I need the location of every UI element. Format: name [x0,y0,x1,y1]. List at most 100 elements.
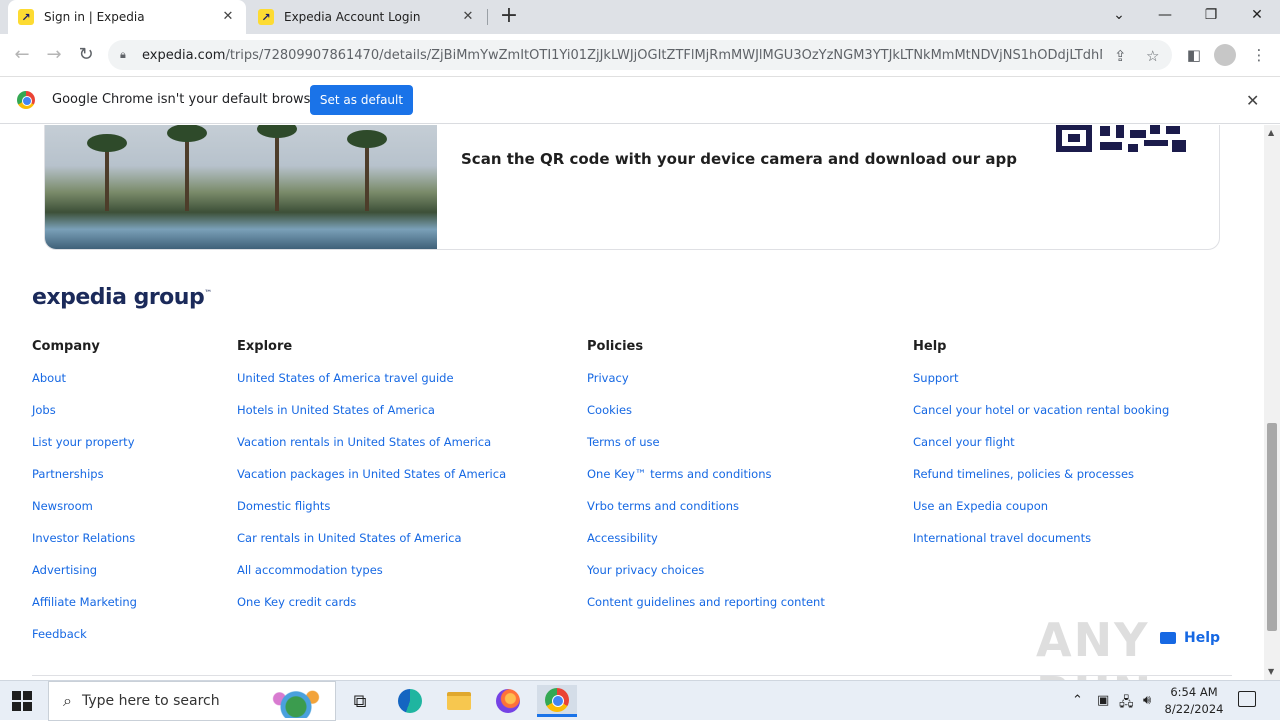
tab-account-login[interactable]: ↗ Expedia Account Login ✕ [248,0,486,34]
close-window-icon[interactable]: ✕ [1234,0,1280,30]
footer-link-investor-relations[interactable]: Investor Relations [32,531,137,563]
footer-link-partnerships[interactable]: Partnerships [32,467,137,499]
infobar-message: Google Chrome isn't your default browser [52,92,324,107]
search-highlight-art [263,686,329,718]
notification-icon[interactable] [1238,691,1256,707]
tab-separator [487,9,488,25]
close-tab-icon[interactable]: ✕ [220,9,236,25]
footer-link[interactable]: Cookies [587,403,825,435]
forward-arrow-icon[interactable]: → [41,42,67,68]
expedia-group-logo[interactable]: expedia group™ [32,285,212,310]
footer-link-about[interactable]: About [32,371,137,403]
footer-link[interactable]: Your privacy choices [587,563,825,595]
app-download-card: Scan the QR code with your device camera… [44,125,1220,250]
footer-link[interactable]: Support [913,371,1169,403]
meet-now-icon[interactable]: ▣ [1097,693,1109,708]
windows-taskbar: ⌕ Type here to search ⧉ ⌃ ▣ 🖧︎ 🔊︎ 6:54 A… [0,680,1280,721]
firefox-app-icon[interactable] [488,685,528,717]
palm-leaves [347,130,387,148]
tray-chevron-icon[interactable]: ⌃ [1072,693,1083,708]
footer-link[interactable]: Vacation rentals in United States of Ame… [237,435,506,467]
footer-link[interactable]: Hotels in United States of America [237,403,506,435]
url-text[interactable]: expedia.com/trips/72809907861470/details… [142,48,1102,63]
footer-link[interactable]: All accommodation types [237,563,506,595]
footer-link[interactable]: Cancel your flight [913,435,1169,467]
footer-link[interactable]: One Key credit cards [237,595,506,627]
tab-search-icon[interactable]: ⌄ [1096,0,1142,30]
profile-avatar-icon[interactable] [1214,44,1236,66]
scroll-down-icon[interactable]: ▼ [1268,667,1274,676]
back-arrow-icon[interactable]: ← [9,42,35,68]
footer-link[interactable]: International travel documents [913,531,1169,563]
clock-date: 8/22/2024 [1164,702,1224,716]
help-label: Help [1184,630,1221,646]
address-bar[interactable]: 🔒︎ expedia.com/trips/72809907861470/deta… [108,40,1172,70]
qr-instruction: Scan the QR code with your device camera… [461,150,1018,168]
chrome-app-icon[interactable] [537,685,577,717]
footer-divider [32,675,1232,676]
footer-link[interactable]: Domestic flights [237,499,506,531]
palm-trunk [185,131,189,211]
page-scrollbar[interactable]: ▲ ▼ [1264,125,1280,680]
palm-leaves [167,125,207,142]
footer-link[interactable]: Privacy [587,371,825,403]
footer-column-company: Company About Jobs List your property Pa… [32,339,137,659]
footer-link[interactable]: Vacation packages in United States of Am… [237,467,506,499]
palm-leaves [257,125,297,138]
help-button[interactable]: Help [1160,630,1220,646]
footer-link[interactable]: Car rentals in United States of America [237,531,506,563]
taskbar-search-box[interactable]: ⌕ Type here to search [48,681,336,721]
reload-icon[interactable]: ↻ [73,42,99,68]
resort-palm-photo [45,125,437,249]
scroll-up-icon[interactable]: ▲ [1268,128,1274,137]
tab-sign-in[interactable]: ↗ Sign in | Expedia ✕ [8,0,246,34]
footer-link[interactable]: Vrbo terms and conditions [587,499,825,531]
footer-link[interactable]: Use an Expedia coupon [913,499,1169,531]
footer-link[interactable]: Cancel your hotel or vacation rental boo… [913,403,1169,435]
footer-link[interactable]: Refund timelines, policies & processes [913,467,1169,499]
search-placeholder: Type here to search [81,693,220,709]
footer-link-newsroom[interactable]: Newsroom [32,499,137,531]
footer-link-affiliate-marketing[interactable]: Affiliate Marketing [32,595,137,627]
system-clock[interactable]: 6:54 AM 8/22/2024 [1160,684,1228,718]
footer-link-advertising[interactable]: Advertising [32,563,137,595]
footer-link-list-property[interactable]: List your property [32,435,137,467]
close-tab-icon[interactable]: ✕ [460,9,476,25]
footer-column-explore: Explore United States of America travel … [237,339,506,627]
footer-link-jobs[interactable]: Jobs [32,403,137,435]
file-explorer-icon[interactable] [439,685,479,717]
column-heading: Explore [237,339,293,354]
footer-link[interactable]: Terms of use [587,435,825,467]
close-infobar-icon[interactable]: ✕ [1246,91,1259,110]
bookmark-star-icon[interactable]: ☆ [1146,47,1159,65]
network-icon[interactable]: 🖧︎ [1119,693,1134,715]
scroll-thumb[interactable] [1267,423,1277,631]
expedia-favicon-icon: ↗ [258,9,274,25]
volume-icon[interactable]: 🔊︎ [1143,693,1151,708]
kebab-menu-icon[interactable]: ⋮ [1246,42,1272,68]
set-as-default-button[interactable]: Set as default [310,85,413,115]
column-heading: Help [913,339,947,354]
chrome-logo-icon [17,91,35,109]
new-tab-icon[interactable]: + [498,5,520,28]
expedia-favicon-icon: ↗ [18,9,34,25]
task-view-icon[interactable]: ⧉ [340,685,380,717]
chat-icon [1160,632,1176,644]
page-content: Scan the QR code with your device camera… [0,125,1264,680]
footer-link[interactable]: United States of America travel guide [237,371,506,403]
minimize-icon[interactable]: — [1142,0,1188,30]
footer-link[interactable]: One Key™ terms and conditions [587,467,825,499]
tab-strip: ↗ Sign in | Expedia ✕ ↗ Expedia Account … [0,0,1280,34]
palm-trunk [275,126,279,211]
side-panel-icon[interactable]: ◧ [1181,42,1207,68]
lock-icon[interactable]: 🔒︎ [120,48,134,62]
browser-toolbar: ← → ↻ 🔒︎ expedia.com/trips/7280990786147… [0,34,1280,77]
footer-link-feedback[interactable]: Feedback [32,627,137,659]
palm-leaves [87,134,127,152]
windows-start-icon[interactable] [12,691,32,711]
restore-icon[interactable]: ❐ [1188,0,1234,30]
footer-link[interactable]: Accessibility [587,531,825,563]
footer-link[interactable]: Content guidelines and reporting content [587,595,825,627]
share-icon[interactable]: ⇪ [1114,47,1127,65]
edge-app-icon[interactable] [390,685,430,717]
